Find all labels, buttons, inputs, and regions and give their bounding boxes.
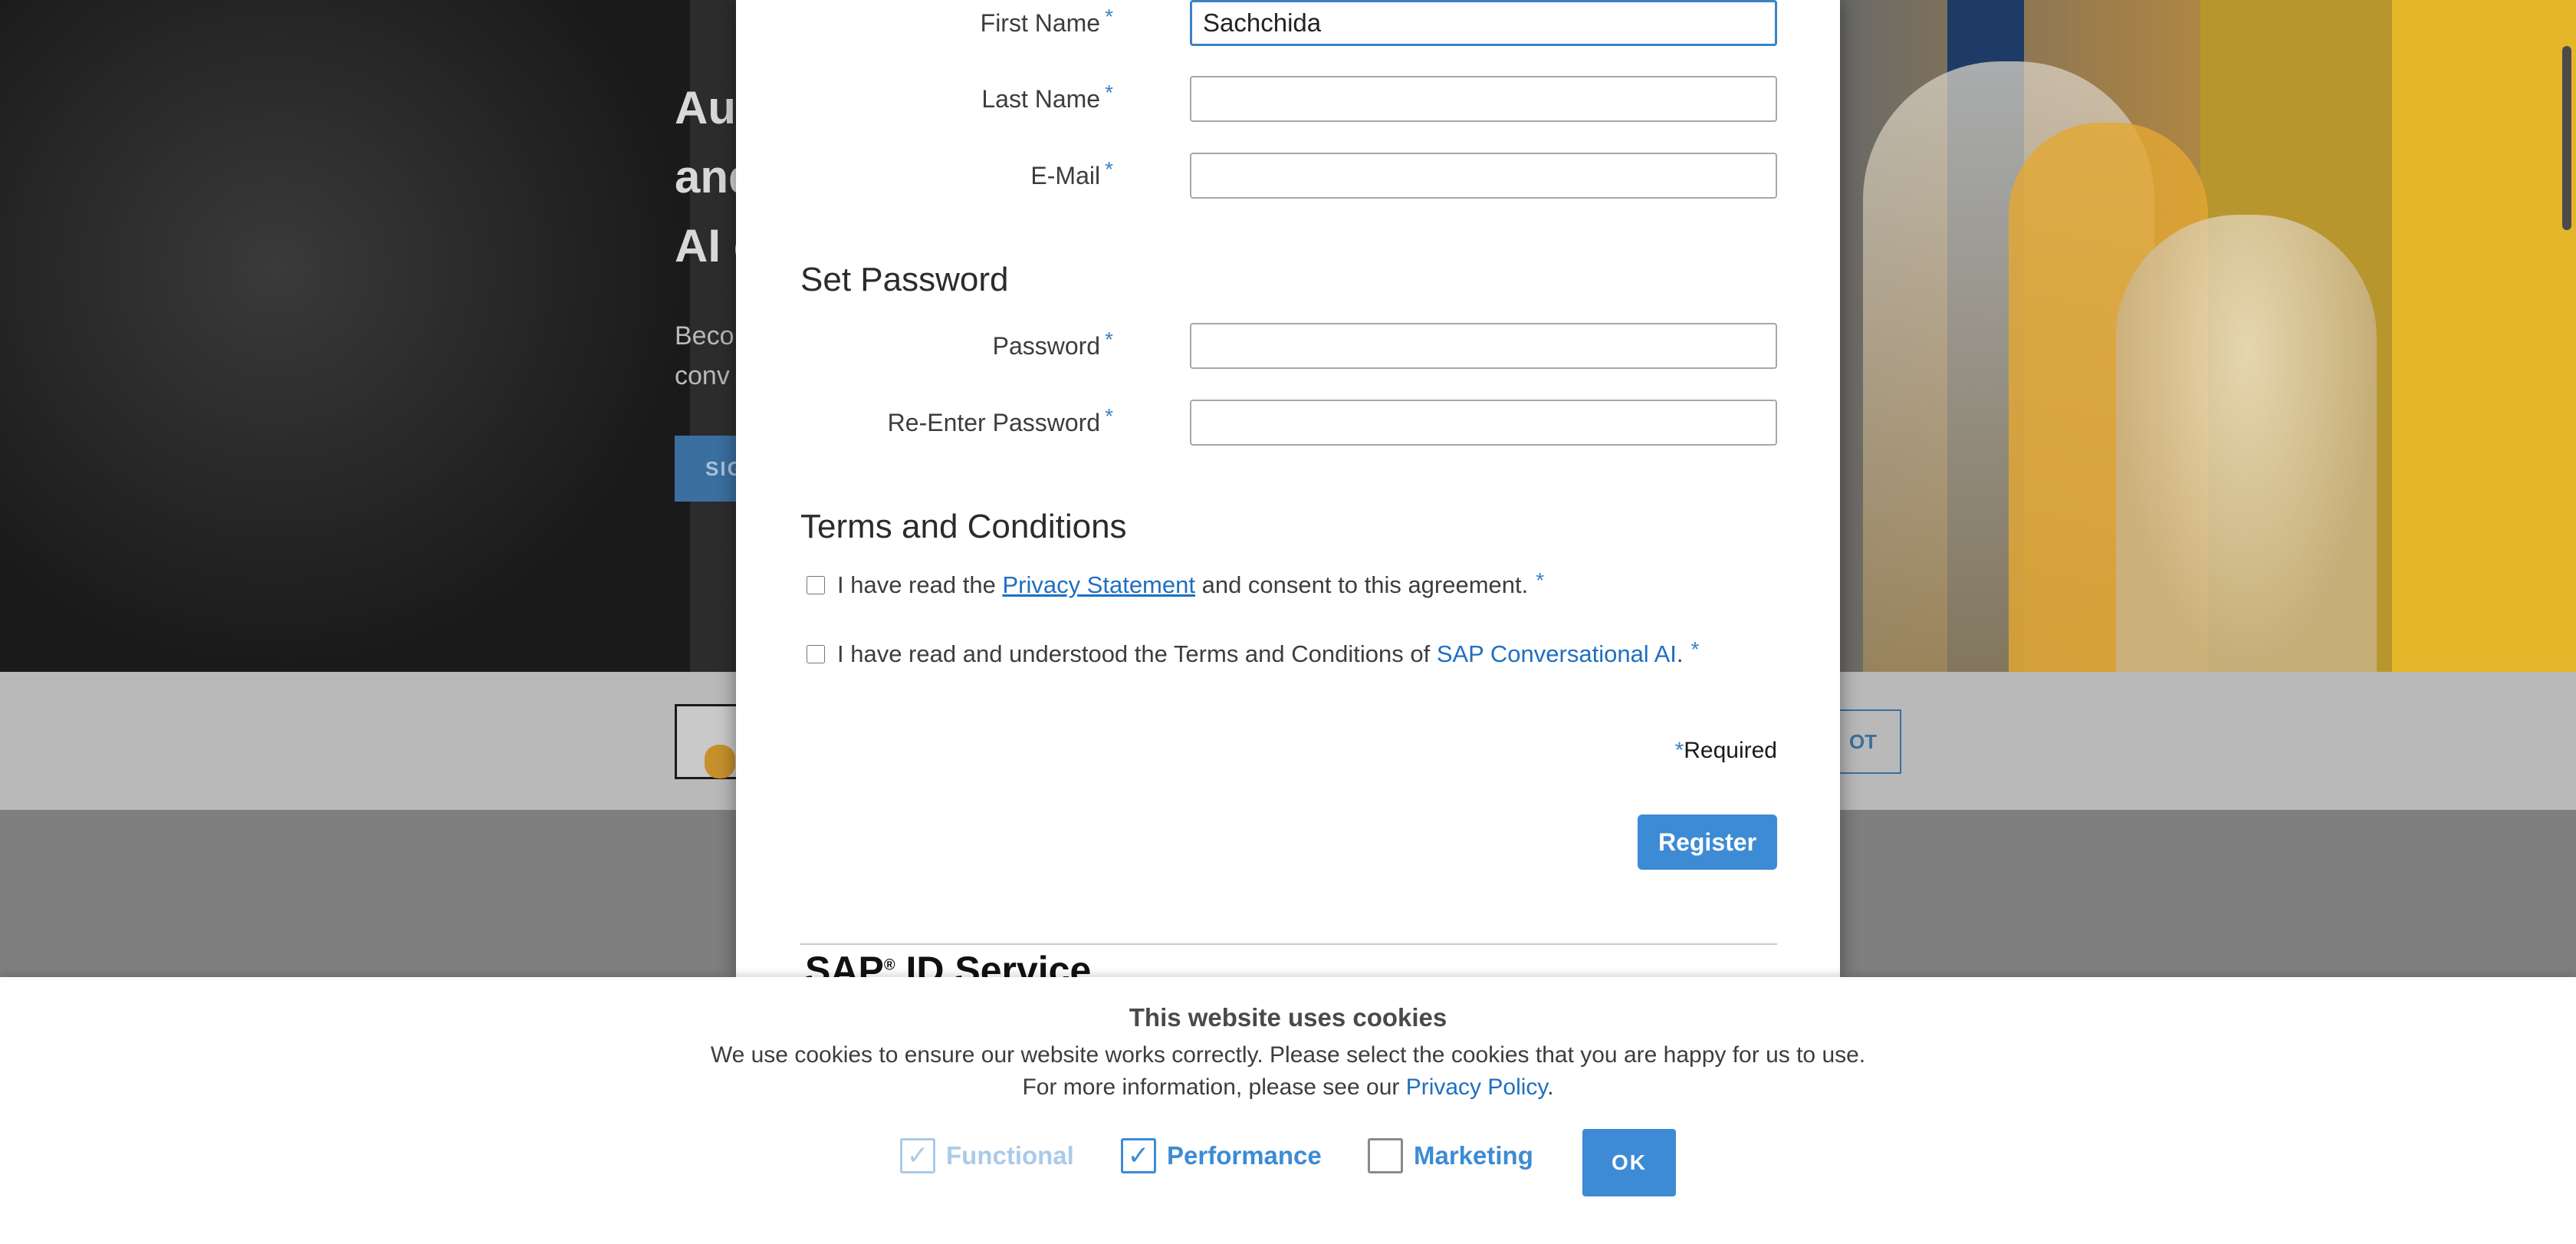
sap-id-service-logo: SAP® ID Service	[805, 948, 1091, 979]
functional-label: Functional	[946, 1141, 1074, 1170]
performance-label[interactable]: Performance	[1167, 1141, 1322, 1170]
performance-checkbox[interactable]: ✓	[1121, 1138, 1156, 1173]
required-star: *	[1105, 81, 1113, 104]
cookie-title: This website uses cookies	[1129, 1003, 1447, 1032]
password-input[interactable]	[1190, 323, 1777, 369]
email-input[interactable]	[1190, 153, 1777, 199]
reenter-password-input[interactable]	[1190, 400, 1777, 446]
reenter-password-label: Re-Enter Password *	[887, 404, 1113, 437]
last-name-input[interactable]	[1190, 76, 1777, 122]
cookie-ok-button[interactable]: OK	[1582, 1129, 1676, 1196]
email-label-text: E-Mail	[1030, 162, 1101, 189]
required-star: *	[1674, 738, 1684, 763]
cookie-more-info-suffix: .	[1547, 1075, 1554, 1100]
password-label-text: Password	[992, 332, 1101, 360]
privacy-consent-text: I have read the	[837, 571, 1003, 598]
divider	[800, 943, 1777, 945]
password-label: Password *	[992, 327, 1113, 360]
terms-heading: Terms and Conditions	[800, 508, 1127, 545]
required-note: *Required	[1675, 738, 1777, 764]
privacy-consent-row: I have read the Privacy Statement and co…	[807, 568, 1545, 599]
last-name-label-text: Last Name	[981, 85, 1101, 113]
register-button[interactable]: Register	[1638, 815, 1777, 870]
cookie-option-performance: ✓ Performance	[1121, 1138, 1322, 1173]
terms-link[interactable]: SAP Conversational AI	[1437, 640, 1677, 668]
hero-photo	[0, 0, 690, 672]
last-name-label: Last Name *	[981, 81, 1113, 114]
sap-logo-text: SAP	[805, 949, 884, 979]
required-star: *	[1105, 404, 1113, 428]
email-row: E-Mail *	[736, 153, 1840, 200]
cookie-description: We use cookies to ensure our website wor…	[710, 1042, 1866, 1068]
last-name-row: Last Name *	[736, 76, 1840, 123]
cookie-banner: This website uses cookies We use cookies…	[0, 977, 2576, 1244]
registration-dialog: First Name* Last Name* E-Mail* Set Passw…	[736, 0, 1840, 979]
terms-consent-suffix: .	[1676, 640, 1684, 667]
hero-person-figure	[2116, 215, 2377, 672]
functional-checkbox: ✓	[900, 1138, 935, 1173]
puzzle-icon	[675, 704, 739, 779]
hero-yellow-panel	[2392, 0, 2576, 672]
privacy-consent-suffix: and consent to this agreement.	[1194, 571, 1529, 598]
marketing-checkbox[interactable]	[1368, 1138, 1403, 1173]
required-star: *	[1536, 568, 1545, 592]
required-star: *	[1691, 637, 1700, 661]
privacy-consent-checkbox[interactable]	[807, 576, 825, 594]
required-star: *	[1105, 327, 1113, 351]
required-star: *	[1105, 157, 1113, 181]
reenter-password-label-text: Re-Enter Password	[887, 409, 1101, 436]
registered-mark: ®	[883, 956, 895, 974]
privacy-policy-link[interactable]: Privacy Policy	[1406, 1075, 1547, 1100]
terms-consent-text: I have read and understood the Terms and…	[837, 640, 1437, 667]
email-label: E-Mail *	[1030, 157, 1113, 190]
required-note-text: Required	[1684, 738, 1777, 763]
first-name-label: First Name *	[980, 5, 1113, 38]
cookie-more-info-text: For more information, please see our	[1022, 1075, 1406, 1100]
cookie-option-marketing: Marketing	[1368, 1138, 1533, 1173]
required-star: *	[1105, 5, 1113, 28]
marketing-label[interactable]: Marketing	[1414, 1141, 1533, 1170]
terms-consent-row: I have read and understood the Terms and…	[807, 637, 1700, 668]
cookie-option-functional: ✓ Functional	[900, 1138, 1074, 1173]
privacy-statement-link[interactable]: Privacy Statement	[1002, 571, 1195, 599]
set-password-heading: Set Password	[800, 261, 1009, 298]
service-name: ID Service	[895, 949, 1092, 979]
first-name-row: First Name *	[736, 0, 1840, 48]
first-name-label-text: First Name	[980, 9, 1101, 37]
password-row: Password *	[736, 323, 1840, 370]
cookie-more-info: For more information, please see our Pri…	[0, 1075, 2576, 1101]
first-name-input[interactable]	[1190, 0, 1777, 46]
page-scrollbar[interactable]	[2562, 46, 2571, 230]
terms-consent-checkbox[interactable]	[807, 645, 825, 663]
reenter-password-row: Re-Enter Password *	[736, 400, 1840, 447]
